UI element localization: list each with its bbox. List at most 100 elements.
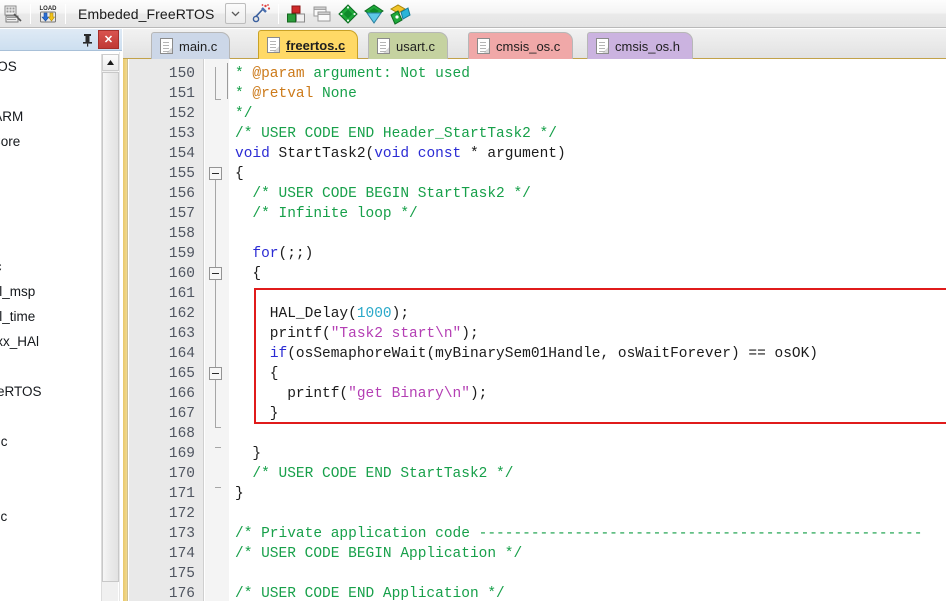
fold-guide-end xyxy=(215,99,221,100)
manage-project-items-icon[interactable] xyxy=(283,2,309,26)
line-number: 159 xyxy=(168,246,195,262)
tab-main-c[interactable]: main.c xyxy=(151,32,231,59)
fold-toggle[interactable] xyxy=(209,167,222,180)
code-line[interactable]: { xyxy=(235,364,279,384)
line-number: 160 xyxy=(168,266,195,282)
code-line[interactable]: if(osSemaphoreWait(myBinarySem01Handle, … xyxy=(235,344,818,364)
tab-label: cmsis_os.c xyxy=(496,38,561,54)
code-line[interactable]: /* USER CODE END Application */ xyxy=(235,584,505,601)
code-line[interactable]: * @retval None xyxy=(235,84,357,104)
line-number: 154 xyxy=(168,146,195,162)
scroll-up-arrow-icon[interactable] xyxy=(102,54,119,71)
tree-item[interactable]: 32f1xx_hal_msp xyxy=(0,279,96,304)
tree-item[interactable]: ue.c xyxy=(0,479,96,504)
code-line[interactable]: void StartTask2(void const * argument) xyxy=(235,144,566,164)
code-line[interactable]: } xyxy=(235,404,279,424)
tab-cmsis-os-h[interactable]: cmsis_os.h xyxy=(587,32,694,59)
line-number: 166 xyxy=(168,386,195,402)
software-packs-icon[interactable] xyxy=(387,2,413,26)
close-panel-button[interactable]: ✕ xyxy=(98,30,119,49)
line-number: 176 xyxy=(168,586,195,601)
code-line[interactable]: /* USER CODE END Header_StartTask2 */ xyxy=(235,124,557,144)
project-tree-scrollbar[interactable] xyxy=(101,54,119,601)
fold-guide xyxy=(215,67,216,99)
code-line[interactable]: */ xyxy=(235,104,252,124)
tree-item[interactable]: ion/MDK-ARM xyxy=(0,104,96,129)
code-line[interactable]: HAL_Delay(1000); xyxy=(235,304,409,324)
line-number: 175 xyxy=(168,566,195,582)
tree-item[interactable]: ion/User/Core xyxy=(0,129,96,154)
line-number: 151 xyxy=(168,86,195,102)
tab-freertos-c[interactable]: freertos.c xyxy=(258,30,359,59)
tree-item[interactable]: STM32F1xx_HAl xyxy=(0,329,96,354)
code-line[interactable]: printf("Task2 start\n"); xyxy=(235,324,479,344)
multi-project-window-icon[interactable] xyxy=(309,2,335,26)
code-line[interactable]: } xyxy=(235,484,244,504)
line-number: 165 xyxy=(168,366,195,382)
tab-cmsis-os-c[interactable]: cmsis_os.c xyxy=(468,32,574,59)
scrollbar-thumb[interactable] xyxy=(102,72,119,582)
file-icon xyxy=(477,38,490,54)
line-number: 164 xyxy=(168,346,195,362)
code-line[interactable]: /* USER CODE BEGIN StartTask2 */ xyxy=(235,184,530,204)
code-line[interactable]: /* Private application code ------------… xyxy=(235,524,922,544)
target-options-dropdown[interactable] xyxy=(224,3,246,24)
tree-item[interactable]: n.c xyxy=(0,154,96,179)
pack-installer-icon[interactable] xyxy=(335,2,361,26)
code-line[interactable]: printf("get Binary\n"); xyxy=(235,384,487,404)
load-download-icon[interactable]: LOAD xyxy=(35,2,61,26)
configuration-wizard-icon[interactable] xyxy=(248,2,274,26)
tree-item[interactable]: s.c xyxy=(0,529,96,554)
tree-item[interactable]: t.c xyxy=(0,229,96,254)
tree-item[interactable]: d_FreeRTOS xyxy=(0,54,96,79)
tree-item[interactable]: 32f1xx_it.c xyxy=(0,254,96,279)
tree-item[interactable]: nt_groups.c xyxy=(0,429,96,454)
tree-item[interactable]: s_os.c xyxy=(0,579,96,601)
code-editor[interactable]: 150 151 152 153 154 155 156 157 158 159 160 161 162 1… xyxy=(123,59,946,601)
fold-toggle[interactable] xyxy=(209,267,222,280)
line-number: 157 xyxy=(168,206,195,222)
tab-label: main.c xyxy=(179,38,218,54)
code-folding-column[interactable] xyxy=(205,59,229,601)
project-tree[interactable]: d_FreeRTOS reeRTOS ion/MDK-ARM ion/User/… xyxy=(0,51,122,601)
line-number: 153 xyxy=(168,126,195,142)
tree-item[interactable]: ers.c xyxy=(0,554,96,579)
code-line[interactable]: /* USER CODE BEGIN Application */ xyxy=(235,544,522,564)
chevron-down-icon xyxy=(231,11,239,17)
toolbar-separator-2 xyxy=(65,3,66,24)
line-number: 155 xyxy=(168,166,195,182)
tab-usart-c[interactable]: usart.c xyxy=(368,32,449,59)
tree-item[interactable]: am_buffer.c xyxy=(0,504,96,529)
line-number: 158 xyxy=(168,226,195,242)
line-number: 169 xyxy=(168,446,195,462)
fold-guide-tick xyxy=(215,427,221,428)
batch-build-icon[interactable] xyxy=(0,2,26,26)
editor-tab-bar: main.c freertos.c usart.c cmsis_os.c cms… xyxy=(123,29,946,59)
tree-item[interactable]: 32f1xx_hal_time xyxy=(0,304,96,329)
tree-item[interactable]: reeRTOS xyxy=(0,79,96,104)
tree-item[interactable]: wares/FreeRTOS xyxy=(0,379,96,404)
code-line[interactable]: for(;;) xyxy=(235,244,313,264)
code-line[interactable]: /* Infinite loop */ xyxy=(235,204,417,224)
toolbar-separator-1 xyxy=(30,3,31,24)
code-line[interactable]: * @param argument: Not used xyxy=(235,64,470,84)
code-line[interactable]: { xyxy=(235,164,244,184)
panel-splitter[interactable] xyxy=(119,52,122,601)
tree-item[interactable] xyxy=(0,454,96,479)
tree-item[interactable]: rtos.c xyxy=(0,204,96,229)
tree-item[interactable]: o.c xyxy=(0,179,96,204)
line-number: 170 xyxy=(168,466,195,482)
manage-run-time-environment-icon[interactable] xyxy=(361,2,387,26)
fold-toggle[interactable] xyxy=(209,367,222,380)
project-panel-caption: ✕ xyxy=(0,29,122,51)
code-text-area[interactable]: * @param argument: Not used * @retval Non… xyxy=(227,59,946,601)
line-number: 156 xyxy=(168,186,195,202)
line-number-gutter: 150 151 152 153 154 155 156 157 158 159 160 161 162 1… xyxy=(129,59,204,601)
code-line[interactable]: } xyxy=(235,444,261,464)
code-line[interactable]: /* USER CODE END StartTask2 */ xyxy=(235,464,513,484)
tree-item[interactable]: tine.c xyxy=(0,404,96,429)
tree-item[interactable]: CMSIS xyxy=(0,354,96,379)
code-line[interactable]: { xyxy=(235,264,261,284)
svg-text:LOAD: LOAD xyxy=(40,6,58,12)
auto-hide-pin-icon[interactable] xyxy=(78,31,96,49)
